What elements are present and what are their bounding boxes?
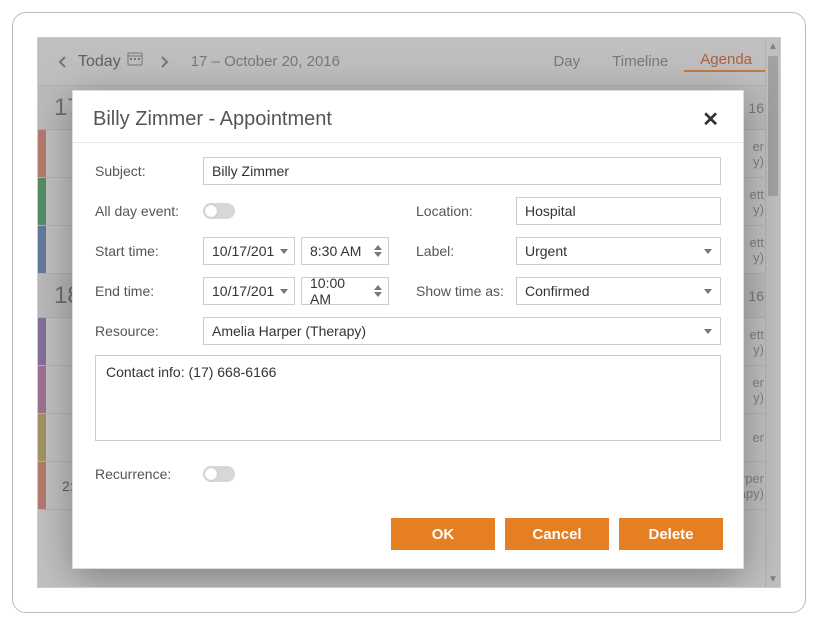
resource-label: Resource: [95,323,203,339]
today-button[interactable]: Today [76,51,151,72]
location-label: Location: [408,203,516,219]
prev-button[interactable] [50,49,76,75]
showtime-label: Show time as: [408,283,516,299]
resource-dropdown[interactable]: Amelia Harper (Therapy) [203,317,721,345]
showtime-value: Confirmed [525,283,590,299]
vertical-scrollbar[interactable]: ▲ ▼ [765,38,780,587]
start-date-value: 10/17/201 [212,243,274,259]
chevron-down-icon [280,249,288,254]
endtime-label: End time: [95,283,203,299]
close-icon: ✕ [702,109,719,131]
scroll-up-icon[interactable]: ▲ [766,38,780,54]
end-date-picker[interactable]: 10/17/201 [203,277,295,305]
allday-label: All day event: [95,203,203,219]
scrollbar-thumb[interactable] [768,56,778,196]
today-label: Today [78,53,121,71]
calendar-toolbar: Today 17 – October 20, 2016 Day Timeline… [38,38,780,86]
calendar-icon [127,51,145,72]
date-range-label: 17 – October 20, 2016 [191,53,340,70]
resource-value: Amelia Harper (Therapy) [212,323,366,339]
close-button[interactable]: ✕ [698,107,723,132]
next-button[interactable] [151,49,177,75]
chevron-down-icon [704,249,712,254]
tab-agenda[interactable]: Agenda [684,51,768,72]
end-date-value: 10/17/201 [212,283,274,299]
location-input[interactable] [516,197,721,225]
date-right: 16 [748,288,764,304]
start-time-value: 8:30 AM [310,243,361,259]
chevron-down-icon [280,289,288,294]
spinner-up-icon[interactable] [374,245,382,250]
start-time-spinner[interactable]: 8:30 AM [301,237,389,265]
ok-button[interactable]: OK [391,518,495,550]
spinner-down-icon[interactable] [374,292,382,297]
subject-label: Subject: [95,163,203,179]
end-time-spinner[interactable]: 10:00 AM [301,277,389,305]
appointment-dialog: Billy Zimmer - Appointment ✕ Subject: Al… [72,90,744,569]
end-time-value: 10:00 AM [310,275,368,307]
chevron-down-icon [704,329,712,334]
recurrence-label: Recurrence: [95,466,203,482]
tab-timeline[interactable]: Timeline [596,53,684,70]
recurrence-toggle[interactable] [203,466,235,482]
label-label: Label: [408,243,516,259]
chevron-down-icon [704,289,712,294]
showtime-dropdown[interactable]: Confirmed [516,277,721,305]
subject-input[interactable] [203,157,721,185]
cancel-button[interactable]: Cancel [505,518,609,550]
spinner-up-icon[interactable] [374,285,382,290]
scroll-down-icon[interactable]: ▼ [766,571,780,587]
tab-day[interactable]: Day [537,53,596,70]
starttime-label: Start time: [95,243,203,259]
allday-toggle[interactable] [203,203,235,219]
label-value: Urgent [525,243,567,259]
start-date-picker[interactable]: 10/17/201 [203,237,295,265]
delete-button[interactable]: Delete [619,518,723,550]
label-dropdown[interactable]: Urgent [516,237,721,265]
spinner-down-icon[interactable] [374,252,382,257]
date-right: 16 [748,100,764,116]
dialog-title: Billy Zimmer - Appointment [93,108,332,131]
notes-textarea[interactable] [95,355,721,441]
